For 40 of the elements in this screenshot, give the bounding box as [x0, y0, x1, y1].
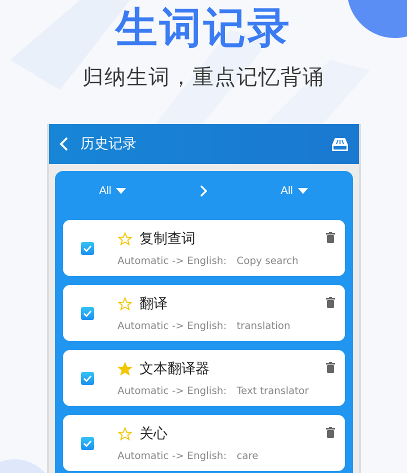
trash-icon[interactable]: [326, 427, 334, 438]
trash-icon[interactable]: [326, 232, 334, 243]
direction-label: Automatic -> English:: [118, 386, 227, 396]
caret-icon: [116, 188, 126, 194]
checkbox[interactable]: [80, 242, 94, 254]
trash-icon[interactable]: [326, 362, 334, 373]
checkbox[interactable]: [80, 436, 94, 450]
word-text: 关心: [140, 424, 168, 442]
drive-icon[interactable]: [330, 136, 348, 152]
caret-icon: [298, 188, 308, 194]
translation-text: care: [236, 450, 258, 462]
translation-text: translation: [236, 320, 290, 332]
translation-text: Text translator: [236, 386, 309, 396]
check-icon: [82, 244, 92, 252]
check-icon: [82, 440, 92, 446]
history-card[interactable]: 关心 Automatic -> English: care: [62, 415, 344, 471]
direction-label: Automatic -> English:: [118, 256, 227, 266]
chevron-right-icon[interactable]: [199, 185, 208, 197]
app-title: 历史记录: [80, 135, 138, 153]
history-card[interactable]: 翻译 Automatic -> English: translation: [62, 285, 344, 341]
trash-icon[interactable]: [326, 297, 334, 308]
check-icon: [82, 310, 92, 316]
history-card[interactable]: 文本翻译器 Automatic -> English: Text translator: [62, 350, 344, 406]
checkbox[interactable]: [80, 372, 94, 384]
word-text: 翻译: [140, 294, 168, 312]
star-icon[interactable]: [118, 362, 132, 376]
history-card[interactable]: 复制查词 Automatic -> English: Copy search: [62, 220, 344, 276]
direction-label: Automatic -> English:: [118, 450, 227, 462]
star-icon[interactable]: [118, 296, 132, 310]
subtitle: 归纳生词，重点记忆背诵: [82, 64, 324, 90]
star-icon[interactable]: [118, 426, 132, 440]
word-text: 文本翻译器: [140, 360, 210, 378]
headline: 生词记录: [116, 4, 292, 52]
direction-label: Automatic -> English:: [118, 320, 227, 332]
check-icon: [82, 374, 92, 382]
star-icon[interactable]: [118, 232, 132, 246]
back-icon[interactable]: [58, 136, 68, 152]
translation-text: Copy search: [236, 256, 298, 266]
word-text: 复制查词: [140, 230, 196, 248]
checkbox[interactable]: [80, 306, 94, 320]
